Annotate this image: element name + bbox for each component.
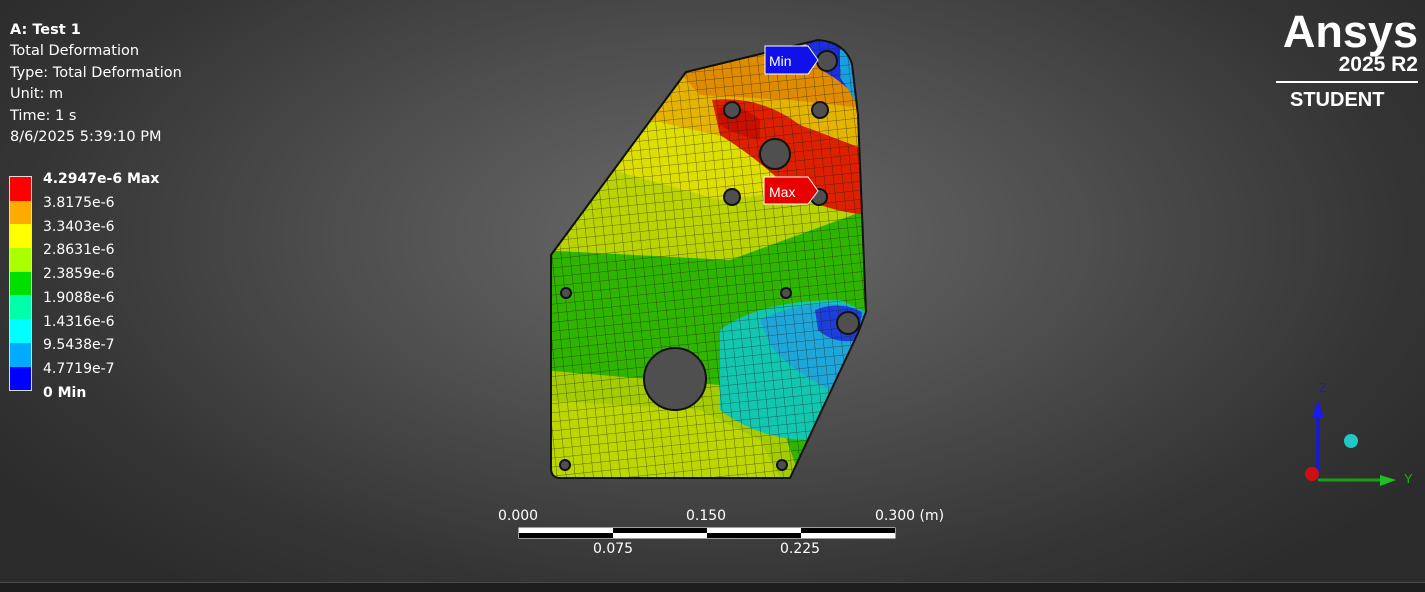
scale-label: 0.300 (m) bbox=[875, 508, 945, 524]
bolt-hole bbox=[723, 101, 741, 119]
small-hole bbox=[560, 287, 572, 299]
scale-ruler bbox=[518, 527, 896, 539]
bolt-hole bbox=[811, 101, 829, 119]
scale-label: 0.000 bbox=[498, 508, 539, 524]
bolt-hole bbox=[816, 50, 838, 72]
center-hole bbox=[759, 138, 791, 170]
scale-label: 0.075 bbox=[593, 541, 634, 557]
small-hole bbox=[559, 459, 571, 471]
scale-label: 0.225 bbox=[780, 541, 821, 557]
small-hole bbox=[776, 459, 788, 471]
small-hole bbox=[780, 287, 792, 299]
bolt-hole bbox=[723, 188, 741, 206]
max-probe[interactable]: Max bbox=[763, 176, 819, 205]
min-probe[interactable]: Min bbox=[764, 45, 819, 75]
scale-label: 0.150 bbox=[686, 508, 727, 524]
bolt-hole bbox=[836, 311, 860, 335]
max-probe-label: Max bbox=[769, 184, 795, 200]
large-hole bbox=[643, 347, 707, 411]
min-probe-label: Min bbox=[769, 53, 792, 69]
deformation-contour bbox=[551, 40, 866, 478]
fe-model-viewport[interactable]: Min Max bbox=[0, 0, 1425, 591]
